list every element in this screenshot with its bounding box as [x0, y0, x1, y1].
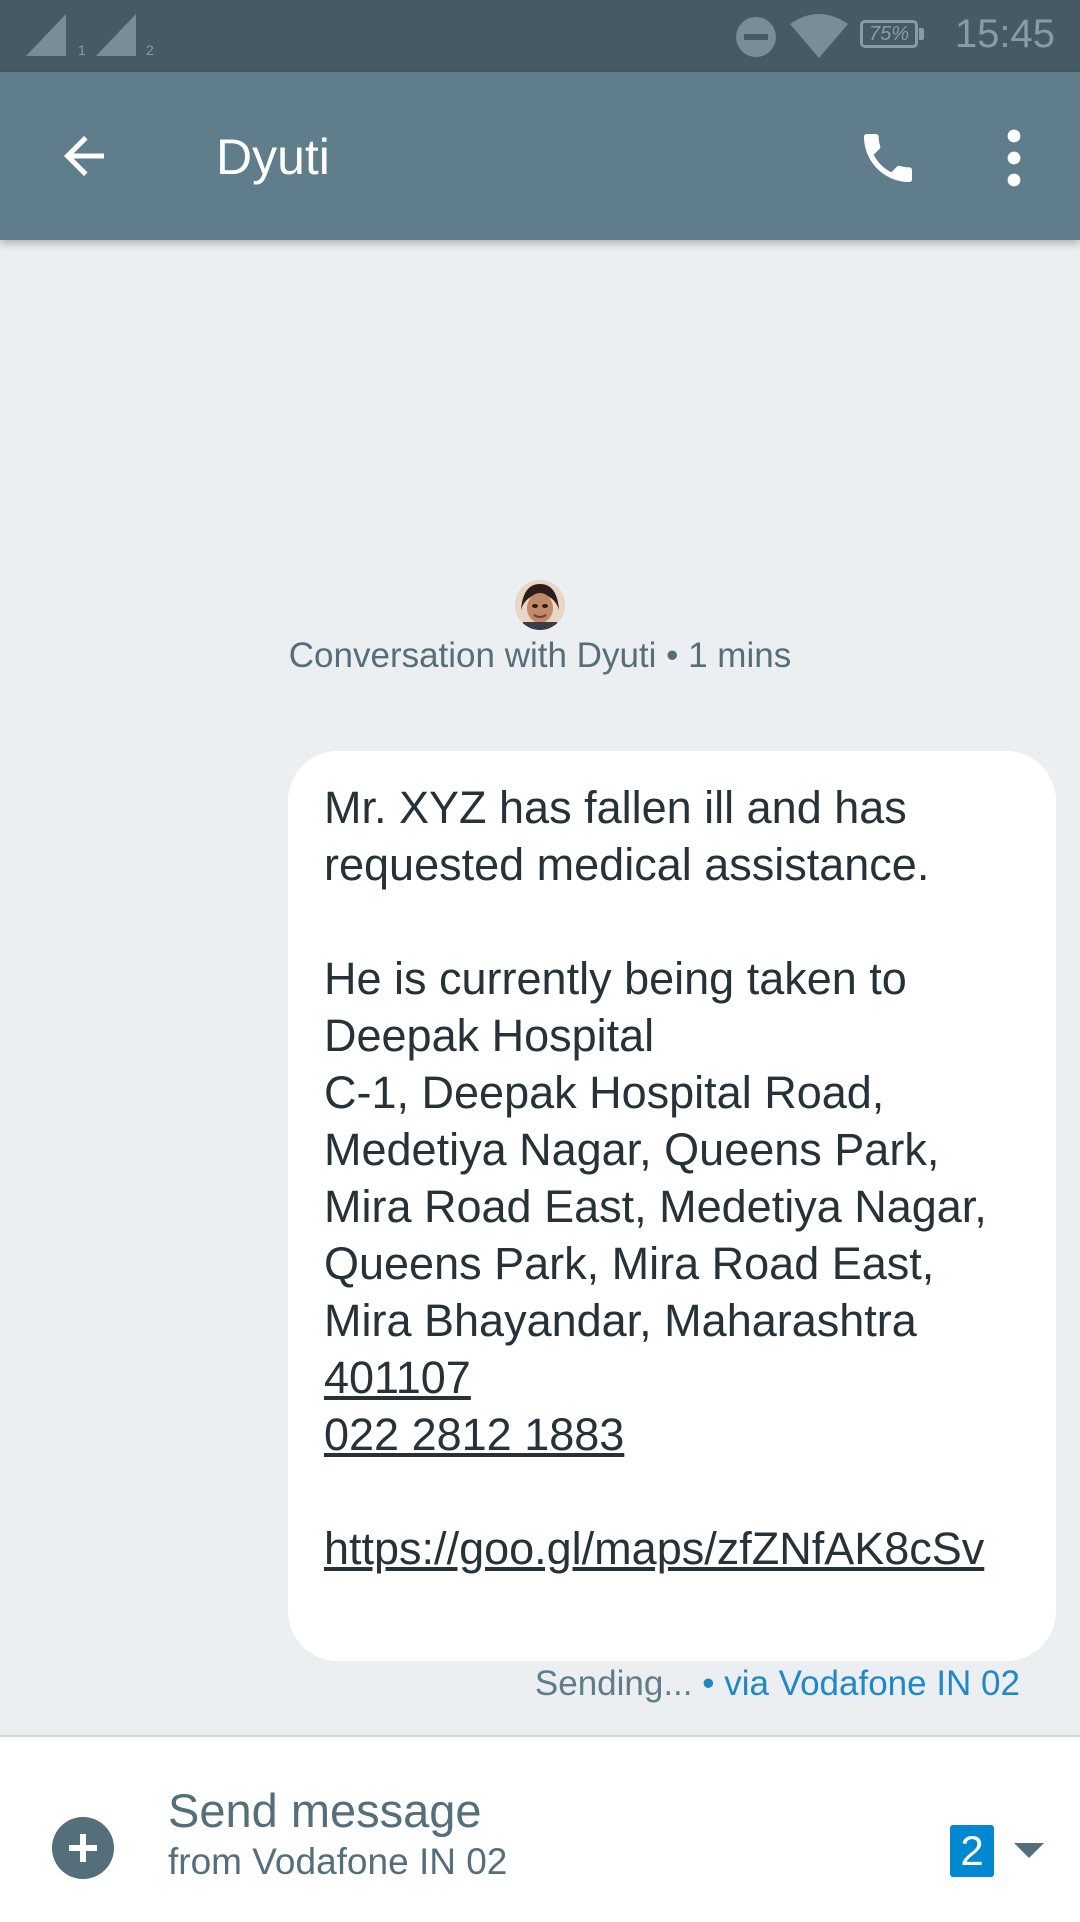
back-arrow-icon[interactable]: [54, 126, 114, 186]
sim2-label: 2: [146, 42, 154, 58]
sending-status: Sending...: [534, 1664, 693, 1703]
dnd-icon: [736, 17, 776, 57]
phone-icon[interactable]: [856, 126, 920, 190]
message-bubble[interactable]: Mr. XYZ has fallen ill and has requested…: [288, 751, 1056, 1661]
status-bar: 1 2 75% 15:45: [0, 0, 1080, 72]
sim-selector[interactable]: 2: [950, 1825, 994, 1877]
signal-icon: [26, 14, 66, 56]
signal-icon: [96, 14, 136, 56]
via-carrier: • via Vodafone IN 02: [692, 1664, 1020, 1703]
sim-from-label: from Vodafone IN 02: [168, 1841, 508, 1882]
page-title: Dyuti: [216, 129, 330, 185]
more-vert-icon[interactable]: [990, 126, 1038, 190]
message-status: Sending... • via Vodafone IN 02: [535, 1664, 1020, 1704]
phone-number-link[interactable]: 022 2812 1883: [324, 1409, 624, 1460]
clock: 15:45: [954, 12, 1055, 56]
conversation-header: Conversation with Dyuti • 1 mins: [288, 636, 792, 675]
avatar[interactable]: [515, 580, 565, 630]
sim1-label: 1: [78, 42, 86, 58]
app-bar: Dyuti: [0, 72, 1080, 240]
contact-avatar-icon: [515, 580, 565, 630]
message-input[interactable]: Send message: [168, 1783, 482, 1838]
pincode-link[interactable]: 401107: [324, 1352, 471, 1403]
add-attachment-icon[interactable]: [52, 1817, 114, 1879]
battery-icon: 75%: [860, 20, 918, 48]
message-body: Mr. XYZ has fallen ill and has requested…: [324, 782, 987, 1346]
battery-tip: [919, 28, 924, 40]
wifi-icon: [790, 14, 848, 58]
chevron-down-icon[interactable]: [1014, 1843, 1044, 1858]
compose-bar: Send message from Vodafone IN 02 2: [0, 1735, 1080, 1922]
map-url-link[interactable]: https://goo.gl/maps/zfZNfAK8cSv: [324, 1523, 984, 1574]
